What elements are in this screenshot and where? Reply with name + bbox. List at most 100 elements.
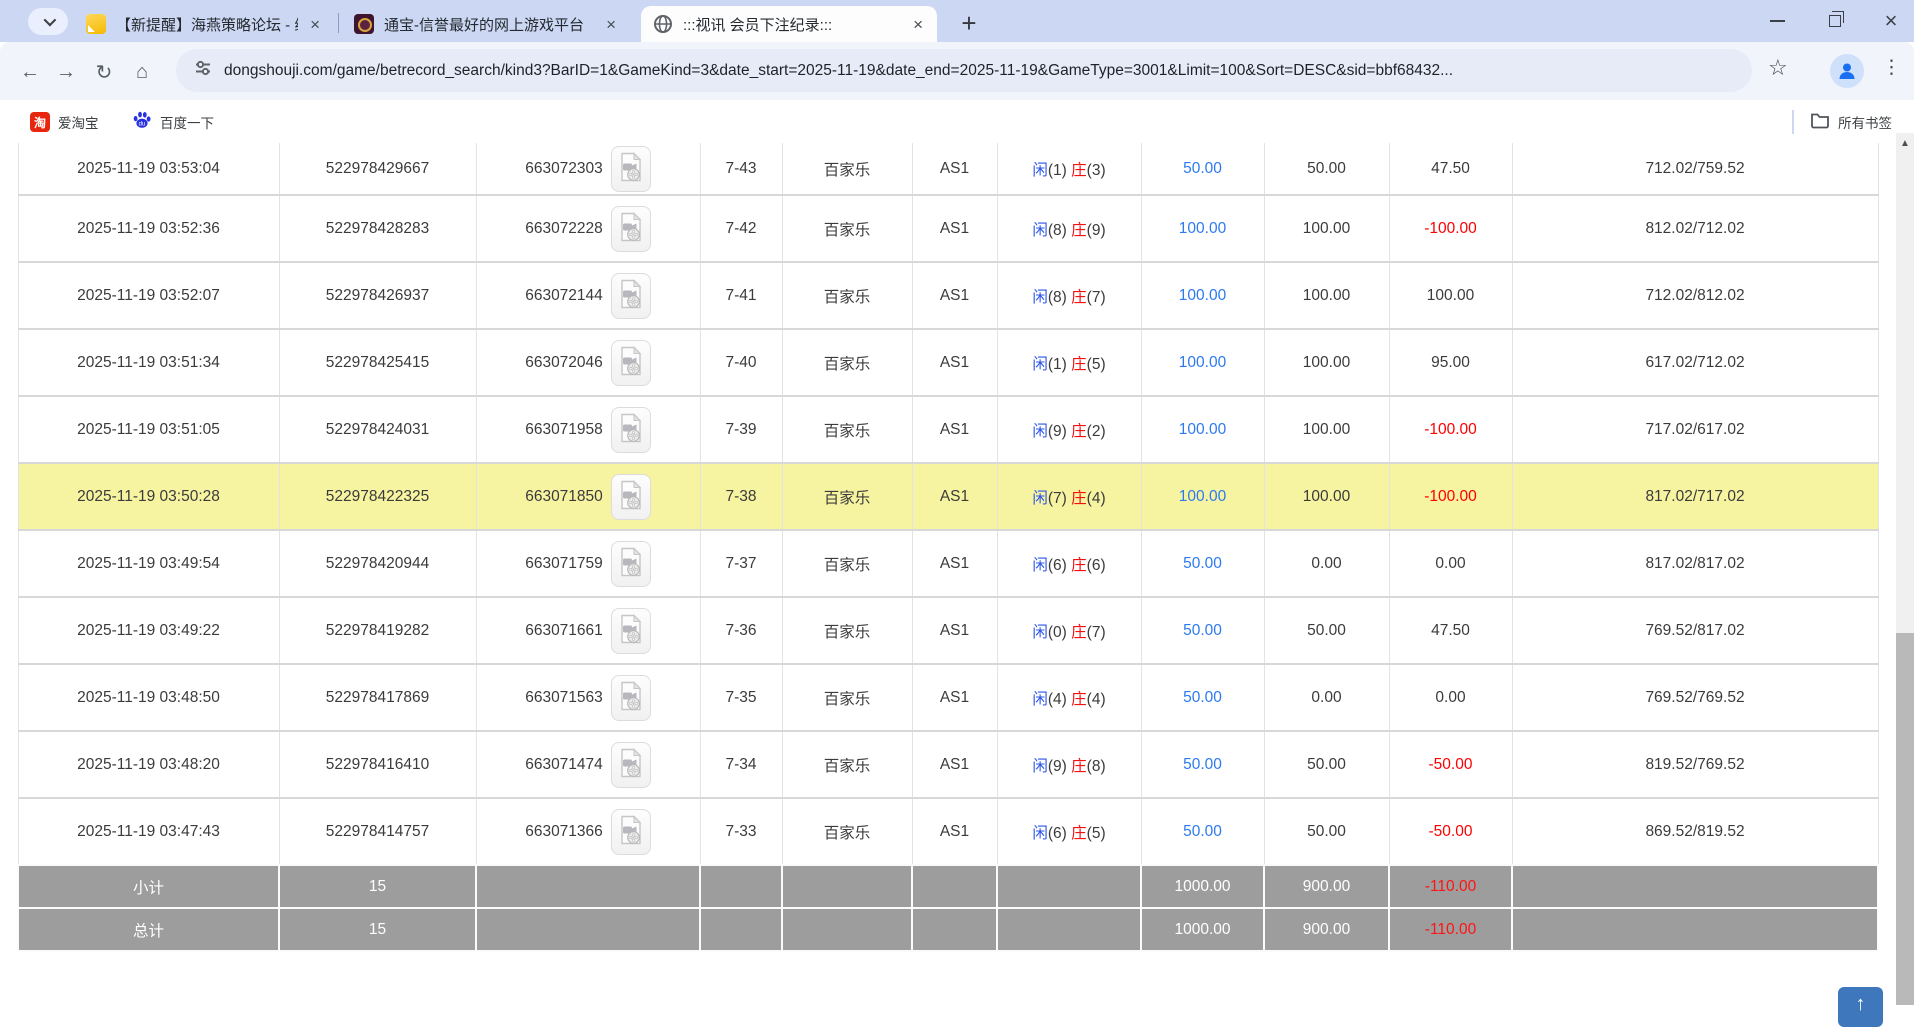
bet-id-cell: 522978422325 <box>279 463 476 530</box>
all-bookmarks-button[interactable]: 所有书签 <box>1810 109 1892 135</box>
reload-button[interactable]: ↻ <box>88 56 120 88</box>
bookmark-star-icon[interactable]: ☆ <box>1768 55 1788 81</box>
tab-search-button[interactable] <box>28 8 68 35</box>
video-replay-button[interactable] <box>611 340 651 386</box>
table-row[interactable]: 2025-11-19 03:47:43522978414757663071366… <box>18 798 1878 865</box>
restore-button[interactable] <box>1812 0 1858 42</box>
win-loss-cell: -100.00 <box>1389 195 1512 262</box>
bet-amount-cell[interactable]: 50.00 <box>1141 597 1264 664</box>
video-replay-button[interactable] <box>611 608 651 654</box>
bet-amount-cell[interactable]: 100.00 <box>1141 329 1264 396</box>
close-icon[interactable]: × <box>909 14 927 35</box>
video-replay-button[interactable] <box>611 742 651 788</box>
video-replay-button[interactable] <box>611 146 651 192</box>
new-tab-button[interactable]: + <box>952 6 986 40</box>
bet-id-cell: 522978426937 <box>279 262 476 329</box>
bet-amount-cell[interactable]: 50.00 <box>1141 143 1264 195</box>
table-row[interactable]: 2025-11-19 03:52:36522978428283663072228… <box>18 195 1878 262</box>
table-row[interactable]: 2025-11-19 03:48:20522978416410663071474… <box>18 731 1878 798</box>
valid-amount-cell: 100.00 <box>1264 463 1389 530</box>
video-replay-button[interactable] <box>611 541 651 587</box>
minimize-button[interactable] <box>1754 0 1800 42</box>
window-close-button[interactable]: × <box>1868 0 1914 42</box>
video-replay-button[interactable] <box>611 206 651 252</box>
banker-label: 庄 <box>1071 289 1087 306</box>
bet-id-cell: 522978414757 <box>279 798 476 865</box>
scroll-up-arrow-icon[interactable]: ▲ <box>1896 138 1914 149</box>
summary-win-loss-cell: -110.00 <box>1389 908 1512 951</box>
time-cell: 2025-11-19 03:51:05 <box>18 396 279 463</box>
address-bar[interactable]: dongshouji.com/game/betrecord_search/kin… <box>176 49 1752 92</box>
close-icon[interactable]: × <box>602 14 620 35</box>
banker-label: 庄 <box>1071 691 1087 708</box>
tab-tongbao[interactable]: 通宝-信誉最好的网上游戏平台 × <box>342 6 630 42</box>
result-cell: 闲(7) 庄(4) <box>997 463 1141 530</box>
time-cell: 2025-11-19 03:49:54 <box>18 530 279 597</box>
table-row[interactable]: 2025-11-19 03:53:04522978429667663072303… <box>18 143 1878 195</box>
game-type-cell: 百家乐 <box>782 664 912 731</box>
video-replay-button[interactable] <box>611 407 651 453</box>
bet-id-cell: 522978416410 <box>279 731 476 798</box>
table-row[interactable]: 2025-11-19 03:49:54522978420944663071759… <box>18 530 1878 597</box>
table-number-cell: 7-41 <box>700 262 782 329</box>
video-replay-button[interactable] <box>611 474 651 520</box>
bookmark-taobao[interactable]: 淘 爱淘宝 <box>30 109 99 135</box>
chevron-down-icon <box>43 14 56 27</box>
film-document-icon <box>619 480 643 513</box>
bet-amount-cell[interactable]: 50.00 <box>1141 530 1264 597</box>
game-round-cell: 663071661 <box>476 597 700 664</box>
bet-amount-cell[interactable]: 100.00 <box>1141 195 1264 262</box>
table-row[interactable]: 2025-11-19 03:52:07522978426937663072144… <box>18 262 1878 329</box>
win-loss-cell: 0.00 <box>1389 664 1512 731</box>
back-to-top-button[interactable]: ↑ <box>1838 987 1883 1027</box>
bet-amount-cell[interactable]: 100.00 <box>1141 396 1264 463</box>
table-number-cell: 7-43 <box>700 143 782 195</box>
tab-title: :::视讯 会员下注纪录::: <box>683 14 901 35</box>
profile-avatar[interactable] <box>1830 54 1864 88</box>
balance-cell: 869.52/819.52 <box>1512 798 1878 865</box>
tab-forum[interactable]: 【新提醒】海燕策略论坛 - 综合 × <box>74 6 334 42</box>
account-cell: AS1 <box>912 195 997 262</box>
game-round-id: 663072046 <box>525 354 603 372</box>
bet-id-cell: 522978425415 <box>279 329 476 396</box>
scrollbar-thumb[interactable] <box>1896 633 1914 1005</box>
bet-amount-cell[interactable]: 100.00 <box>1141 463 1264 530</box>
bet-amount-cell[interactable]: 100.00 <box>1141 262 1264 329</box>
site-settings-icon[interactable] <box>194 59 212 82</box>
video-replay-button[interactable] <box>611 675 651 721</box>
summary-label-cell: 小计 <box>18 865 279 908</box>
bookmark-baidu[interactable]: du 百度一下 <box>132 109 214 135</box>
menu-dots-icon[interactable]: ⋮ <box>1882 56 1901 79</box>
close-icon[interactable]: × <box>306 14 324 35</box>
banker-label: 庄 <box>1071 557 1087 574</box>
result-cell: 闲(9) 庄(2) <box>997 396 1141 463</box>
table-row[interactable]: 2025-11-19 03:49:22522978419282663071661… <box>18 597 1878 664</box>
valid-amount-cell: 50.00 <box>1264 731 1389 798</box>
baidu-paw-icon: du <box>132 110 152 135</box>
film-document-icon <box>619 815 643 848</box>
home-button[interactable]: ⌂ <box>126 56 158 88</box>
banker-label: 庄 <box>1071 624 1087 641</box>
balance-cell: 812.02/712.02 <box>1512 195 1878 262</box>
forward-button[interactable]: → <box>50 56 82 88</box>
table-row[interactable]: 2025-11-19 03:51:05522978424031663071958… <box>18 396 1878 463</box>
player-label: 闲 <box>1032 825 1048 842</box>
table-row[interactable]: 2025-11-19 03:51:34522978425415663072046… <box>18 329 1878 396</box>
balance-cell: 769.52/769.52 <box>1512 664 1878 731</box>
bookmarks-divider <box>1792 110 1794 134</box>
table-row[interactable]: 2025-11-19 03:48:50522978417869663071563… <box>18 664 1878 731</box>
tab-bet-records-active[interactable]: :::视讯 会员下注纪录::: × <box>641 6 937 42</box>
back-button[interactable]: ← <box>14 56 46 88</box>
account-cell: AS1 <box>912 463 997 530</box>
scrollbar-track[interactable]: ▲ <box>1896 133 1914 1005</box>
banker-label: 庄 <box>1071 490 1087 507</box>
table-row[interactable]: 2025-11-19 03:50:28522978422325663071850… <box>18 463 1878 530</box>
balance-cell: 717.02/617.02 <box>1512 396 1878 463</box>
time-cell: 2025-11-19 03:50:28 <box>18 463 279 530</box>
video-replay-button[interactable] <box>611 809 651 855</box>
bet-amount-cell[interactable]: 50.00 <box>1141 731 1264 798</box>
bet-amount-cell[interactable]: 50.00 <box>1141 798 1264 865</box>
bet-amount-cell[interactable]: 50.00 <box>1141 664 1264 731</box>
summary-label-cell: 总计 <box>18 908 279 951</box>
video-replay-button[interactable] <box>611 273 651 319</box>
